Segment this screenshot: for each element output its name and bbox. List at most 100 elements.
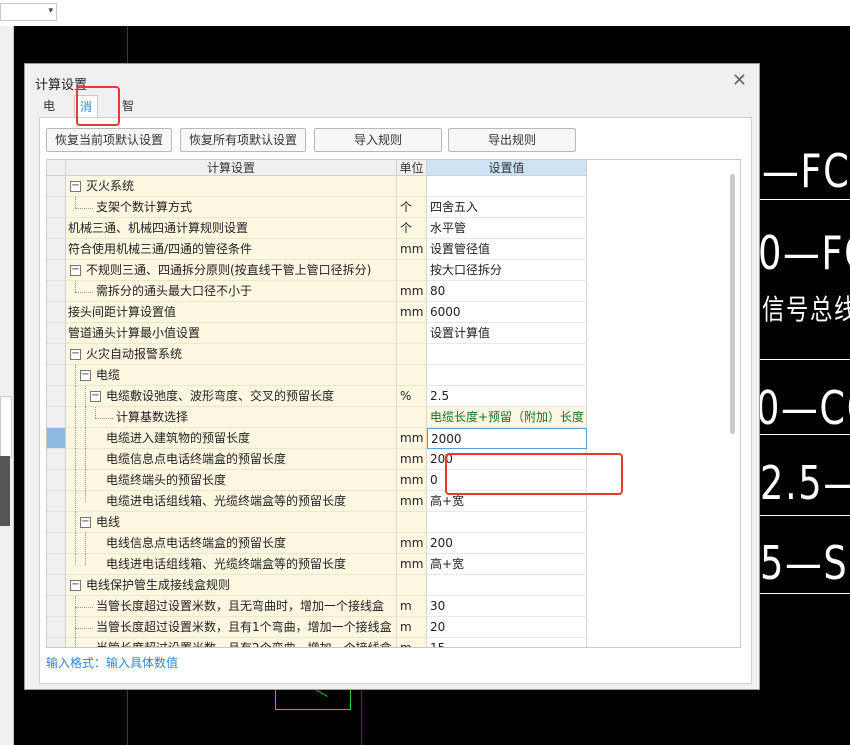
tree-line (75, 491, 76, 512)
value-cell[interactable] (427, 575, 587, 596)
value-cell[interactable] (427, 176, 587, 197)
table-row[interactable]: 接头间距计算设置值 mm 6000 (47, 302, 587, 323)
grid-header: 计算设置 单位 设置值 (47, 160, 740, 176)
top-toolbar: ▾ (0, 0, 850, 27)
side-panel-tab[interactable] (0, 396, 12, 458)
value-cell[interactable]: 30 (427, 596, 587, 617)
table-row[interactable]: 电线进电话组线箱、光缆终端盒等的预留长度 mm 高+宽 (47, 554, 587, 575)
tree-line (85, 491, 86, 502)
value-input[interactable]: 2000 (427, 428, 587, 449)
row-header[interactable] (47, 239, 66, 260)
table-row[interactable]: 支架个数计算方式 个 四舍五入 (47, 197, 587, 218)
import-rules-button[interactable]: 导入规则 (314, 128, 442, 152)
row-header[interactable] (47, 260, 66, 281)
row-header[interactable] (47, 533, 66, 554)
row-header[interactable] (47, 575, 66, 596)
table-row[interactable]: 电线信息点电话终端盒的预留长度 mm 200 (47, 533, 587, 554)
collapse-icon[interactable]: − (80, 370, 91, 381)
row-header[interactable] (47, 302, 66, 323)
restore-all-default-button[interactable]: 恢复所有项默认设置 (180, 128, 306, 152)
collapse-icon[interactable]: − (90, 391, 101, 402)
row-header[interactable] (47, 554, 66, 575)
tab-smart-low-voltage[interactable]: 智控弱电 (120, 95, 136, 179)
value-cell[interactable] (427, 365, 587, 386)
value-cell[interactable]: 200 (427, 533, 587, 554)
value-cell[interactable]: 四舍五入 (427, 197, 587, 218)
row-header[interactable] (47, 512, 66, 533)
row-header[interactable] (47, 218, 66, 239)
table-row[interactable]: 管道通头计算最小值设置 设置计算值 (47, 323, 587, 344)
row-header-corner (47, 160, 66, 176)
table-row[interactable]: 当管长度超过设置米数，且有2个弯曲，增加一个接线盒 m 15 (47, 638, 587, 647)
collapse-icon[interactable]: − (80, 517, 91, 528)
value-cell[interactable]: 设置计算值 (427, 323, 587, 344)
row-header[interactable] (47, 428, 66, 449)
table-row[interactable]: 当管长度超过设置米数，且有1个弯曲，增加一个接线盒 m 20 (47, 617, 587, 638)
value-cell[interactable]: 2.5 (427, 386, 587, 407)
collapse-icon[interactable]: − (70, 181, 81, 192)
export-rules-button[interactable]: 导出规则 (448, 128, 576, 152)
tree-line (75, 197, 76, 208)
value-cell[interactable]: 设置管径值 (427, 239, 587, 260)
table-row[interactable]: 计算基数选择 电缆长度+预留（附加）长度 (47, 407, 587, 428)
tree-line (85, 428, 86, 449)
table-row[interactable]: 机械三通、机械四通计算规则设置 个 水平管 (47, 218, 587, 239)
side-panel-handle[interactable] (0, 456, 10, 526)
value-cell[interactable]: 6000 (427, 302, 587, 323)
row-header[interactable] (47, 596, 66, 617)
row-header[interactable] (47, 491, 66, 512)
settings-grid: 计算设置 单位 设置值 − 灭火系统 支架个数计算方式 个 四舍五入 机械三通、… (46, 159, 741, 648)
row-header[interactable] (47, 281, 66, 302)
row-header[interactable] (47, 617, 66, 638)
table-row[interactable]: 符合使用机械三通/四通的管径条件 mm 设置管径值 (47, 239, 587, 260)
scrollbar-thumb[interactable] (730, 174, 735, 434)
row-header[interactable] (47, 638, 66, 647)
setting-label: 计算基数选择 (116, 410, 189, 424)
table-row[interactable]: − 电线保护管生成接线盒规则 (47, 575, 587, 596)
vertical-scrollbar[interactable] (725, 160, 740, 647)
row-header[interactable] (47, 449, 66, 470)
table-row[interactable]: − 火灾自动报警系统 (47, 344, 587, 365)
table-row[interactable]: 需拆分的通头最大口径不小于 mm 80 (47, 281, 587, 302)
table-row[interactable]: − 电缆敷设弛度、波形弯度、交叉的预留长度 % 2.5 (47, 386, 587, 407)
restore-current-default-button[interactable]: 恢复当前项默认设置 (46, 128, 172, 152)
value-cell[interactable] (427, 344, 587, 365)
toolbar-dropdown[interactable]: ▾ (0, 3, 57, 21)
cad-text-3: 信号总线共 (762, 293, 850, 326)
close-icon[interactable]: ✕ (732, 70, 747, 91)
row-header[interactable] (47, 323, 66, 344)
row-header[interactable] (47, 197, 66, 218)
collapse-icon[interactable]: − (70, 265, 81, 276)
row-header[interactable] (47, 365, 66, 386)
table-row[interactable]: − 电缆 (47, 365, 587, 386)
value-cell[interactable]: 水平管 (427, 218, 587, 239)
tree-line (75, 470, 76, 491)
tree-line (75, 365, 76, 386)
row-header[interactable] (47, 407, 66, 428)
value-cell[interactable]: 高+宽 (427, 554, 587, 575)
collapse-icon[interactable]: − (70, 349, 81, 360)
cad-line (754, 434, 850, 435)
value-cell[interactable]: 15 (427, 638, 587, 647)
setting-label: 不规则三通、四通拆分原则(按直线干管上管口径拆分) (86, 263, 372, 277)
value-cell[interactable]: 80 (427, 281, 587, 302)
setting-label: 电线信息点电话终端盒的预留长度 (106, 536, 287, 550)
row-header[interactable] (47, 470, 66, 491)
value-cell[interactable]: 按大口径拆分 (427, 260, 587, 281)
unit-cell (397, 512, 427, 533)
value-cell[interactable] (427, 512, 587, 533)
table-row[interactable]: − 不规则三通、四通拆分原则(按直线干管上管口径拆分) 按大口径拆分 (47, 260, 587, 281)
tree-line (75, 208, 93, 209)
row-header[interactable] (47, 386, 66, 407)
table-row[interactable]: 当管长度超过设置米数，且无弯曲时，增加一个接线盒 m 30 (47, 596, 587, 617)
row-header[interactable] (47, 176, 66, 197)
table-row[interactable]: 电缆进入建筑物的预留长度 mm 2000 (47, 428, 587, 449)
value-cell[interactable]: 20 (427, 617, 587, 638)
cad-line (754, 515, 850, 516)
collapse-icon[interactable]: − (70, 580, 81, 591)
tab-electrical[interactable]: 电气 (41, 95, 57, 135)
table-row[interactable]: − 电线 (47, 512, 587, 533)
value-cell[interactable]: 电缆长度+预留（附加）长度 (427, 407, 587, 428)
row-header[interactable] (47, 344, 66, 365)
table-row[interactable]: − 灭火系统 (47, 176, 587, 197)
